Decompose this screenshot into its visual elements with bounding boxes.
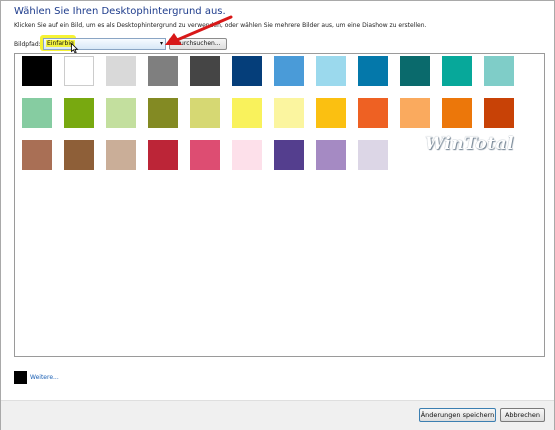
cancel-button[interactable]: Abbrechen: [500, 408, 545, 422]
color-swatch[interactable]: [484, 56, 514, 86]
color-swatch[interactable]: [358, 140, 388, 170]
color-swatch[interactable]: [358, 98, 388, 128]
color-swatch[interactable]: [190, 56, 220, 86]
color-swatch[interactable]: [148, 56, 178, 86]
color-swatch[interactable]: [148, 140, 178, 170]
more-colors-link[interactable]: Weitere...: [30, 374, 59, 381]
color-swatch[interactable]: [232, 98, 262, 128]
color-swatch[interactable]: [442, 98, 472, 128]
color-picker-panel: WinTotal: [14, 53, 545, 357]
color-swatch[interactable]: [358, 56, 388, 86]
color-swatch[interactable]: [400, 56, 430, 86]
color-swatch[interactable]: [106, 98, 136, 128]
color-swatch[interactable]: [232, 56, 262, 86]
save-changes-button[interactable]: Änderungen speichern: [419, 408, 496, 422]
color-swatch[interactable]: [400, 98, 430, 128]
color-swatch[interactable]: [64, 56, 94, 86]
color-swatch[interactable]: [316, 56, 346, 86]
current-color-swatch[interactable]: [14, 371, 27, 384]
color-swatch[interactable]: [274, 140, 304, 170]
color-swatch[interactable]: [64, 98, 94, 128]
color-swatch[interactable]: [64, 140, 94, 170]
color-swatch[interactable]: [22, 56, 52, 86]
color-swatch[interactable]: [316, 140, 346, 170]
color-swatch[interactable]: [106, 56, 136, 86]
color-swatch[interactable]: [232, 140, 262, 170]
picture-location-dropdown[interactable]: Einfarbig ▾: [43, 38, 166, 50]
color-swatch[interactable]: [274, 98, 304, 128]
color-swatch[interactable]: [22, 98, 52, 128]
color-swatch[interactable]: [484, 98, 514, 128]
color-swatch[interactable]: [274, 56, 304, 86]
color-swatch[interactable]: [190, 98, 220, 128]
color-swatch[interactable]: [316, 98, 346, 128]
wintotal-watermark: WinTotal: [425, 134, 514, 154]
color-swatch[interactable]: [148, 98, 178, 128]
color-swatch[interactable]: [442, 56, 472, 86]
picture-location-label: Bildpfad:: [14, 41, 41, 48]
red-arrow-icon: [165, 15, 233, 45]
color-swatch[interactable]: [190, 140, 220, 170]
color-swatch[interactable]: [22, 140, 52, 170]
color-swatch[interactable]: [106, 140, 136, 170]
